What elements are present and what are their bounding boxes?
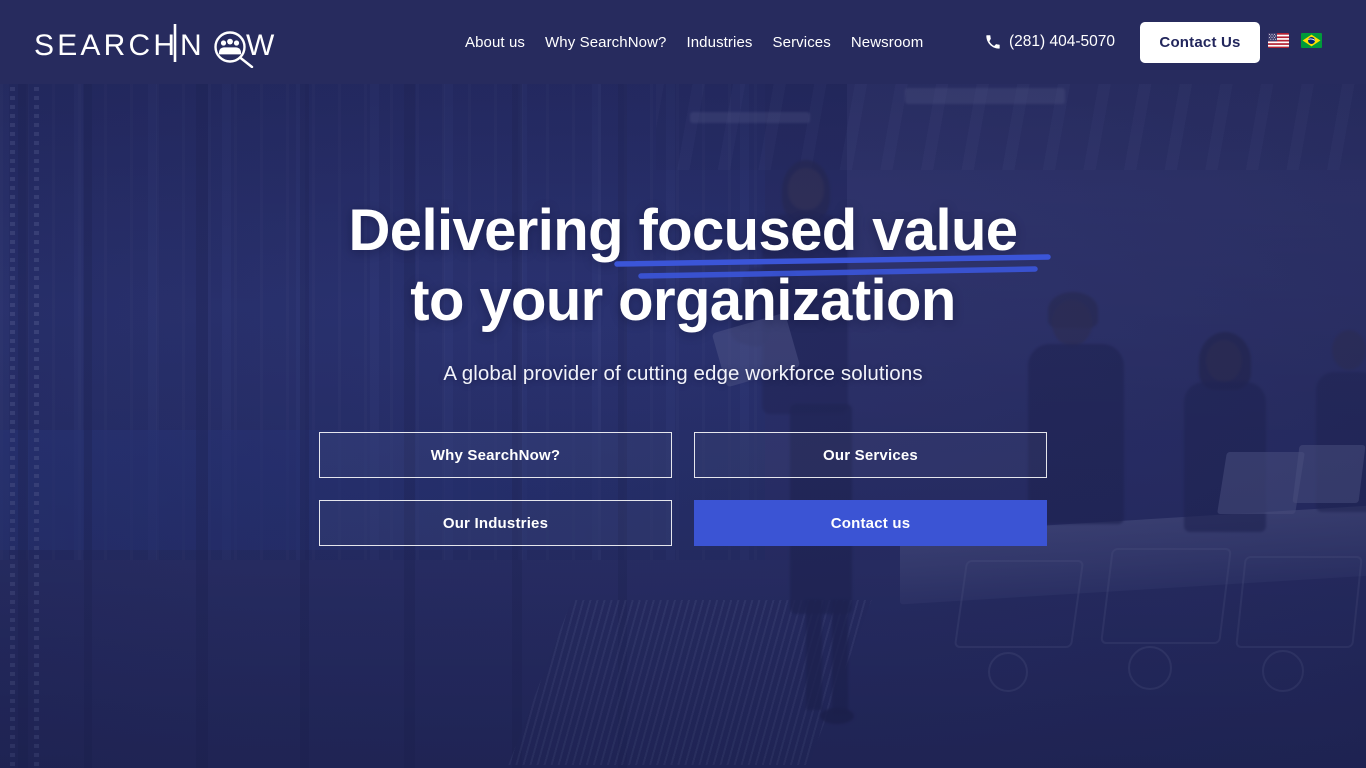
cta-contact-us[interactable]: Contact us [694,500,1047,546]
nav-newsroom[interactable]: Newsroom [841,34,933,51]
svg-text:N: N [180,29,205,62]
nav-why-searchnow[interactable]: Why SearchNow? [535,34,676,51]
language-switcher [1268,33,1322,48]
header-contact-us-button[interactable]: Contact Us [1140,22,1260,63]
svg-text:W: W [246,29,278,62]
hero-headline-line-2: to your organization [410,268,956,333]
svg-text:SEARCH: SEARCH [34,29,178,62]
hero-cta-group: Why SearchNow? Our Services Our Industri… [319,432,1047,546]
header-phone-link[interactable]: (281) 404-5070 [985,0,1115,84]
nav-services[interactable]: Services [763,34,841,51]
hero-headline-line-1: Delivering focused value [0,196,1366,279]
flag-us-icon [1268,33,1289,48]
site-logo[interactable]: SEARCH N W [34,22,282,68]
hero-subtitle: A global provider of cutting edge workfo… [443,362,923,385]
cta-our-services[interactable]: Our Services [694,432,1047,478]
nav-industries[interactable]: Industries [676,34,762,51]
magnifier-people-logo: SEARCH N W [34,24,278,68]
language-option-pt-br[interactable] [1301,33,1322,48]
header-phone-number: (281) 404-5070 [1009,33,1115,50]
main-navigation: About us Why SearchNow? Industries Servi… [455,0,933,84]
flag-br-icon [1301,33,1322,48]
phone-icon [986,35,1000,49]
nav-about-us[interactable]: About us [455,34,535,51]
language-option-en-us[interactable] [1268,33,1289,48]
cta-why-searchnow[interactable]: Why SearchNow? [319,432,672,478]
site-header: SEARCH N W About us Why SearchNow? Indus… [0,0,1366,84]
cta-our-industries[interactable]: Our Industries [319,500,672,546]
hero-headline: Delivering focused value to your organiz… [0,196,1366,336]
